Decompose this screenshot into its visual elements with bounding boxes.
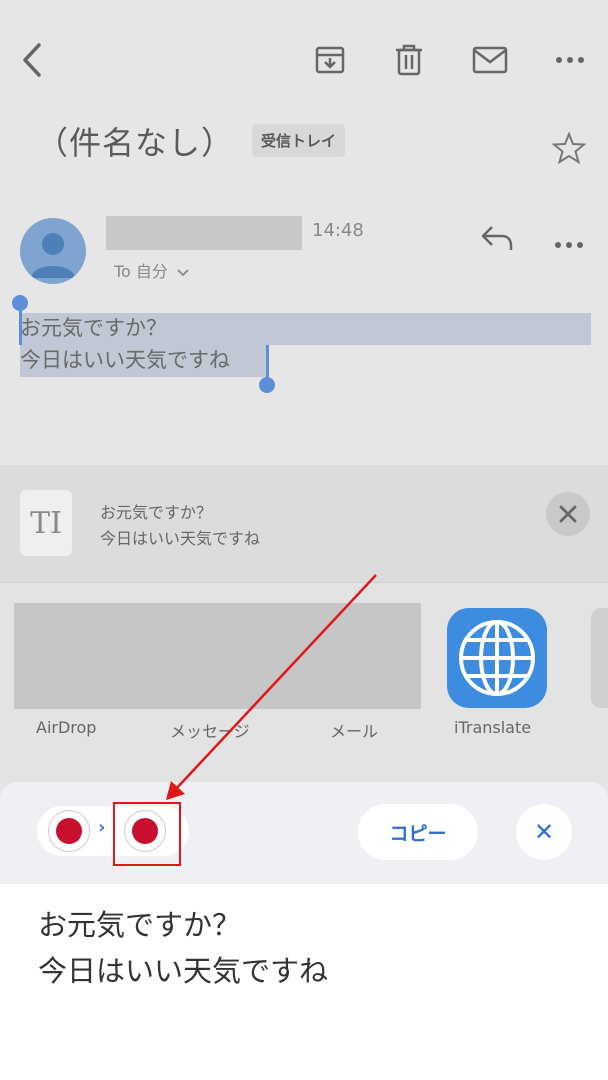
star-icon [551,131,587,165]
recipient-label: To 自分 [114,262,168,281]
app-label-messages[interactable]: メッセージ [170,718,250,742]
reply-icon [481,226,513,250]
source-language-flag[interactable] [48,810,90,852]
sender-more-button[interactable] [554,234,584,253]
more-horizontal-icon [556,57,584,63]
chevron-down-icon [177,269,189,277]
app-label-itranslate[interactable]: iTranslate [454,718,531,737]
copy-button[interactable]: コピー [358,804,478,860]
translation-result-line: 今日はいい天気ですね [38,954,329,988]
chevron-right-icon: › [98,817,106,838]
text-document-icon: TI [20,490,72,556]
share-app-partial[interactable] [591,608,608,708]
email-time: 14:48 [312,220,364,241]
app-label-airdrop[interactable]: AirDrop [36,718,96,737]
back-button[interactable] [10,38,54,82]
envelope-icon [472,46,508,74]
share-close-button[interactable] [546,492,590,536]
selection-start-caret [19,305,22,345]
archive-button[interactable] [308,38,352,82]
translation-result-line: お元気ですか？ [38,908,242,942]
app-label-mail[interactable]: メール [330,718,378,742]
mark-unread-button[interactable] [468,38,512,82]
selection-end-handle[interactable] [259,377,275,393]
archive-icon [315,46,345,74]
annotation-highlight-box [113,802,181,866]
globe-icon [459,620,535,696]
share-preview-line: 今日はいい天気ですね [100,529,261,548]
delete-button[interactable] [387,38,431,82]
email-body-line: 今日はいい天気ですね [20,348,230,372]
star-button[interactable] [551,131,587,168]
share-preview-text: お元気ですか？ 今日はいい天気ですね [100,500,260,552]
translate-close-button[interactable]: ✕ [516,804,572,860]
person-icon [31,233,75,278]
itranslate-app-button[interactable] [447,608,547,708]
email-subject: （件名なし） [36,124,235,162]
share-apps-redacted [14,603,421,709]
share-sheet-header [0,465,608,583]
japan-flag-icon [56,818,82,844]
translation-result: お元気ですか？ 今日はいい天気ですね [38,902,328,994]
more-button[interactable] [548,38,592,82]
email-body-line: お元気ですか？ [20,316,167,340]
recipient-toggle[interactable]: To 自分 [114,258,189,282]
sender-name-redacted [106,216,302,250]
more-horizontal-icon [555,242,583,248]
close-icon [559,505,577,523]
chevron-left-icon [23,43,41,77]
email-body[interactable]: お元気ですか？ 今日はいい天気ですね [20,312,230,376]
inbox-label-badge[interactable]: 受信トレイ [252,124,346,157]
reply-button[interactable] [478,222,514,258]
share-preview-line: お元気ですか？ [100,503,213,522]
selection-end-caret [266,345,269,379]
sender-avatar[interactable] [20,218,86,284]
trash-icon [396,44,422,76]
